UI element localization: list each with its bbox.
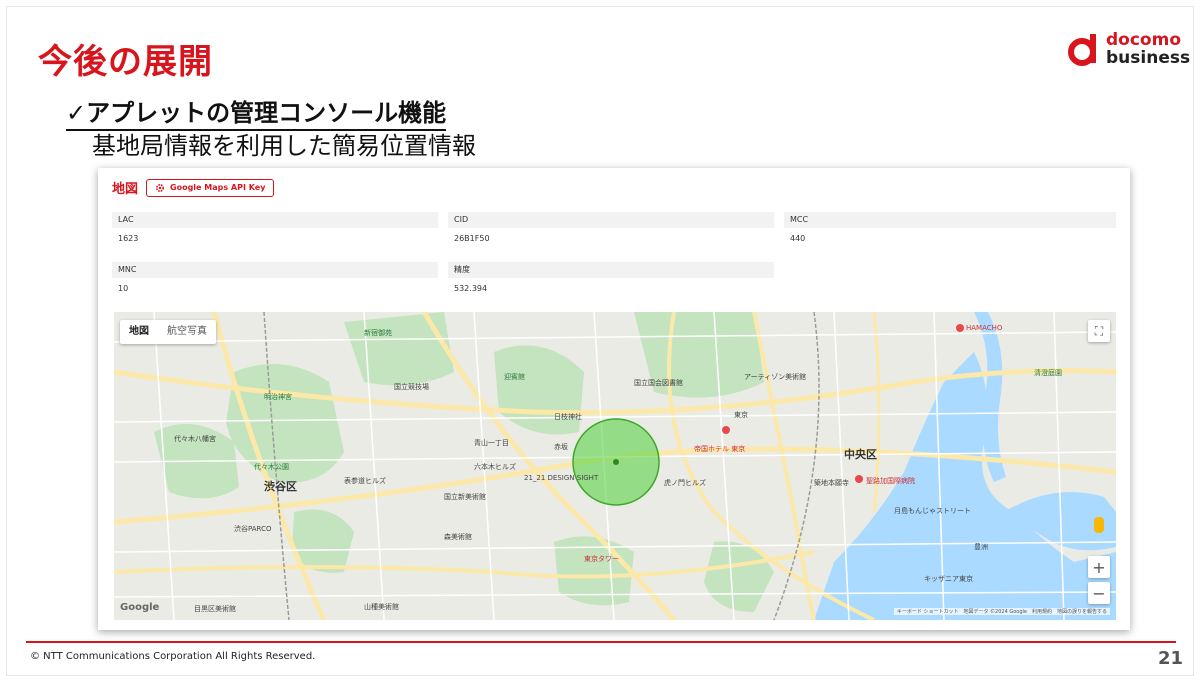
page-number: 21 [1158, 648, 1184, 669]
label-meguro-museum: 目黒区美術館 [194, 605, 236, 613]
label-roppongi-hills: 六本木ヒルズ [474, 463, 516, 471]
section-heading: ✓アプレットの管理コンソール機能 [66, 98, 447, 131]
zoom-out-button[interactable]: − [1088, 582, 1110, 604]
label-artizon: アーティゾン美術館 [744, 373, 807, 381]
field-label: LAC [112, 212, 438, 228]
pin-st-luke [855, 475, 863, 483]
label-tokyo-tower: 東京タワー [584, 555, 619, 563]
label-hamacho: HAMACHO [966, 324, 1003, 332]
label-hie-shrine: 日枝神社 [554, 413, 582, 421]
copyright: © NTT Communications Corporation All Rig… [30, 651, 316, 662]
label-omotesando-hills: 表参道ヒルズ [344, 477, 386, 485]
label-kiyosumi: 清澄庭園 [1034, 369, 1062, 377]
label-shinjuku-gyoen: 新宿御苑 [364, 329, 392, 337]
console-panel: 地図 Google Maps API Key LAC 1623 CID 26B1… [98, 168, 1130, 630]
field-lac: LAC 1623 [112, 212, 438, 243]
label-toyosu: 豊洲 [974, 543, 988, 551]
label-national-stadium: 国立競技場 [394, 383, 429, 391]
fullscreen-icon[interactable]: ⛶ [1088, 320, 1110, 342]
field-label: CID [448, 212, 774, 228]
label-shibuya-parco: 渋谷PARCO [234, 525, 272, 533]
label-yoyogi-park: 代々木公園 [254, 463, 289, 471]
google-logo: Google [120, 602, 160, 613]
label-toranomon-hills: 虎ノ門ヒルズ [664, 479, 706, 487]
field-value: 26B1F50 [454, 234, 490, 243]
label-tsukishima: 月島もんじゃストリート [894, 507, 971, 515]
zoom-in-button[interactable]: + [1088, 556, 1110, 578]
docomo-d-icon [1068, 34, 1096, 66]
map-type-control: 地図 航空写真 [120, 320, 216, 344]
panel-title: 地図 [112, 182, 139, 197]
map-type-map[interactable]: 地図 [120, 320, 158, 344]
label-imperial-hotel: 帝国ホテル 東京 [694, 445, 746, 453]
label-tsukiji: 築地本願寺 [814, 479, 849, 487]
field-value: 532.394 [454, 284, 488, 293]
field-cid: CID 26B1F50 [448, 212, 774, 243]
label-akasaka-palace: 迎賓館 [504, 373, 525, 381]
label-st-luke: 聖路加国際病院 [866, 477, 915, 485]
label-national-diet-library: 国立国会図書館 [634, 379, 683, 387]
pin-hamacho [956, 324, 964, 332]
pin-imperial-hotel [722, 426, 730, 434]
location-marker [613, 459, 619, 465]
label-yoyogi-hachiman: 代々木八幡宮 [174, 435, 216, 443]
field-value: 10 [118, 284, 129, 293]
field-value: 440 [790, 234, 806, 243]
panel-header: 地図 Google Maps API Key [112, 178, 275, 197]
api-key-button[interactable]: Google Maps API Key [146, 178, 275, 197]
label-akasaka: 赤坂 [554, 443, 568, 451]
pegman-icon[interactable] [1094, 517, 1104, 533]
docomo-business-logo: docomo business [1068, 26, 1190, 70]
logo-text-docomo: docomo [1106, 30, 1181, 50]
footer-divider [26, 641, 1176, 643]
label-meiji-jingu: 明治神宮 [264, 393, 292, 401]
map-type-satellite[interactable]: 航空写真 [158, 320, 216, 344]
section-subheading: 基地局情報を利用した簡易位置情報 [92, 132, 476, 160]
label-tokyo-big: 東京 [734, 411, 748, 419]
label-aoyama: 青山一丁目 [474, 439, 509, 447]
field-accuracy: 精度 532.394 [448, 262, 774, 293]
label-design-sight: 21_21 DESIGN SIGHT [524, 474, 599, 482]
label-chuo: 中央区 [844, 448, 877, 461]
field-value: 1623 [118, 234, 139, 243]
label-mori-museum: 森美術館 [444, 533, 472, 541]
api-key-button-label: Google Maps API Key [170, 183, 266, 192]
label-kidzania: キッザニア東京 [924, 575, 973, 583]
gear-icon [156, 183, 165, 192]
field-label: MCC [784, 212, 1116, 228]
field-label: MNC [112, 262, 438, 278]
logo-text-business: business [1106, 48, 1191, 68]
label-yamatane: 山種美術館 [364, 603, 399, 611]
field-mcc: MCC 440 [784, 212, 1116, 243]
label-shibuya: 渋谷区 [264, 480, 297, 493]
field-label: 精度 [448, 262, 774, 278]
field-mnc: MNC 10 [112, 262, 438, 293]
map-attribution[interactable]: キーボード ショートカット 地図データ ©2024 Google 利用規約 地図… [893, 608, 1110, 615]
map-view[interactable]: 地図 航空写真 ⛶ + − 渋谷区 中央区 代々木公園 明治神宮 新宿御苑 赤坂… [114, 312, 1116, 620]
label-national-art-center: 国立新美術館 [444, 493, 486, 501]
slide-title: 今後の展開 [38, 42, 213, 82]
